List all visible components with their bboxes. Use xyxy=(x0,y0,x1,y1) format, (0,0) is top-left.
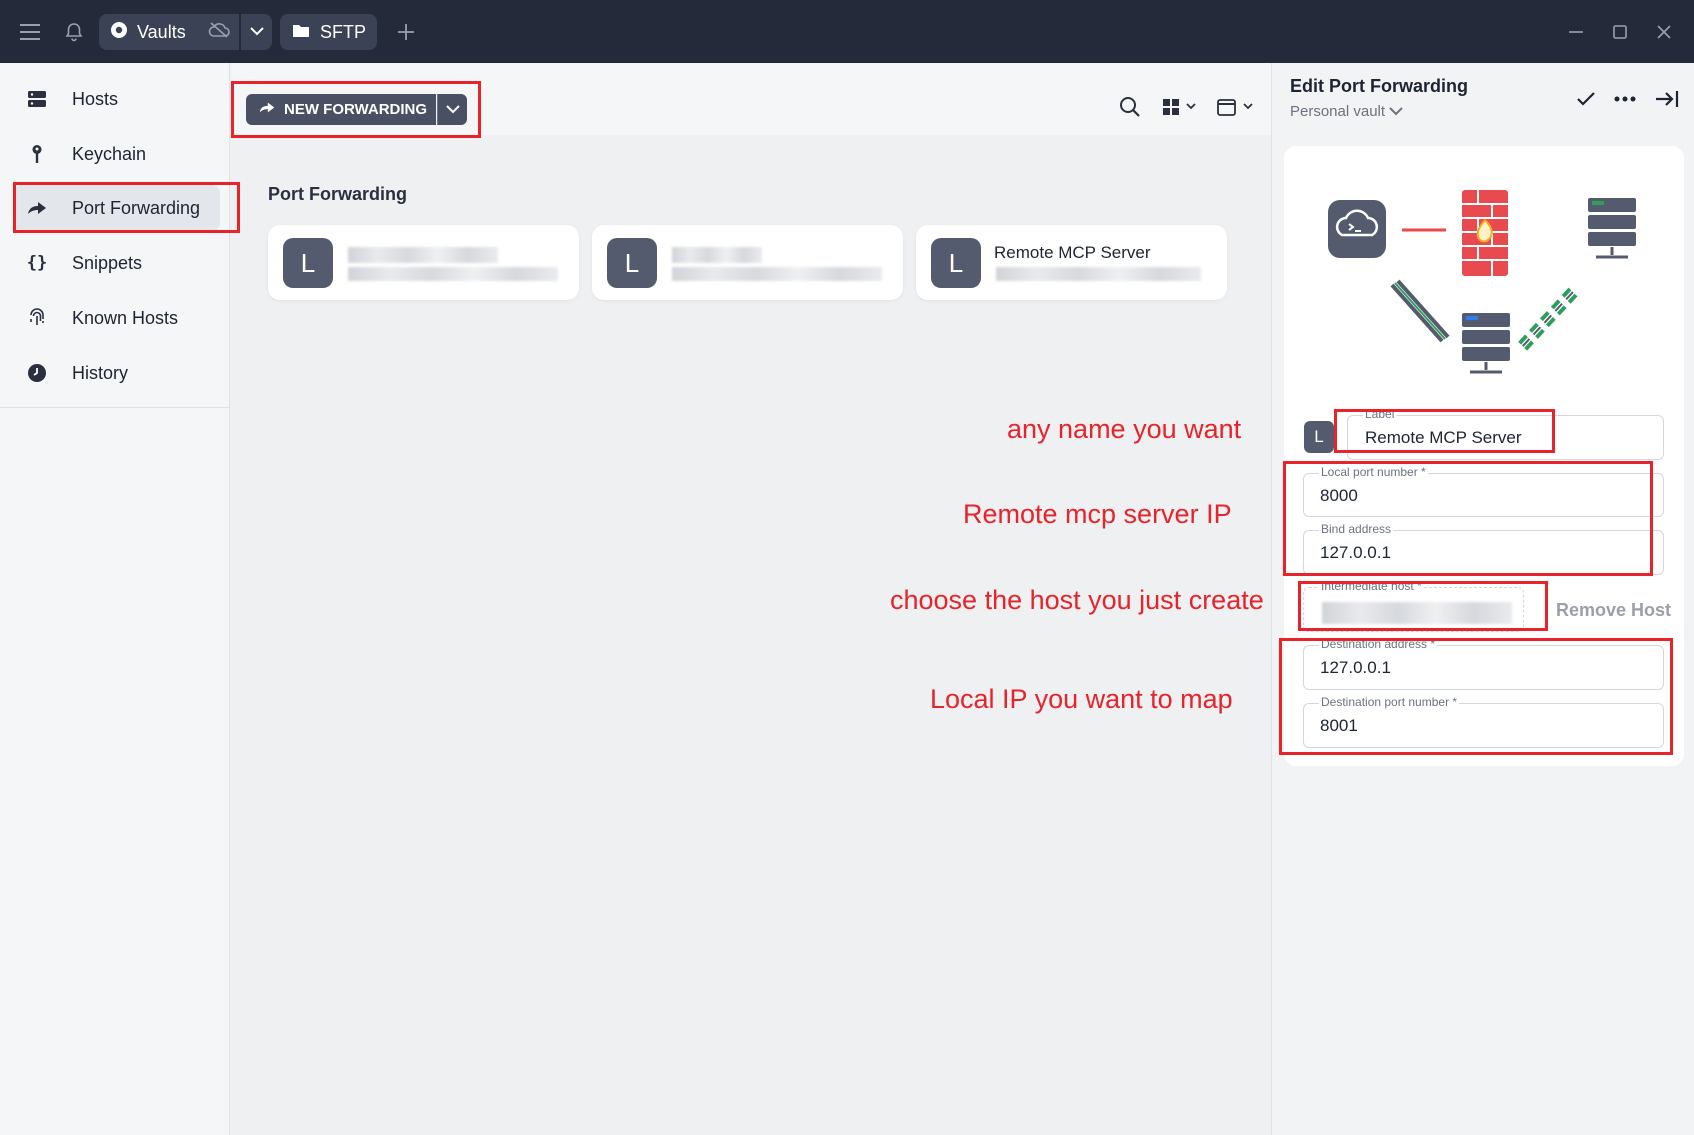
annotation-host: choose the host you just create xyxy=(890,585,1264,615)
highlight-box-new-forwarding xyxy=(231,81,481,138)
forwarding-card[interactable]: L xyxy=(268,225,579,300)
plus-icon[interactable] xyxy=(392,18,420,46)
forwarding-card[interactable]: L xyxy=(592,225,903,300)
hosts-icon xyxy=(20,89,54,109)
annotation-local: Local IP you want to map xyxy=(930,684,1233,714)
card-title: Remote MCP Server xyxy=(994,243,1151,262)
annotation-remote: Remote mcp server IP xyxy=(963,499,1232,529)
sidebar-item-label: Snippets xyxy=(72,252,143,273)
card-avatar: L xyxy=(283,238,333,288)
sftp-label: SFTP xyxy=(320,21,367,42)
maximize-icon[interactable] xyxy=(1606,18,1634,46)
check-icon[interactable] xyxy=(1572,86,1600,112)
chevron-down-icon xyxy=(1389,103,1403,120)
key-icon xyxy=(20,144,54,164)
sidebar-item-label: Known Hosts xyxy=(72,307,179,328)
cloud-off-icon xyxy=(208,21,230,43)
highlight-box-destination xyxy=(1279,638,1673,755)
sidebar-item-history[interactable]: History xyxy=(14,350,236,396)
vaults-tab[interactable]: Vaults xyxy=(99,14,239,50)
more-options-icon[interactable] xyxy=(1610,86,1640,112)
section-title: Port Forwarding xyxy=(268,184,407,204)
redacted-subtitle xyxy=(996,267,1201,281)
grid-view-icon[interactable] xyxy=(1160,92,1202,122)
braces-icon: {} xyxy=(26,253,48,273)
highlight-box-label xyxy=(1334,409,1555,453)
sidebar-item-known-hosts[interactable]: Known Hosts xyxy=(14,295,236,341)
sidebar-item-snippets[interactable]: {} Snippets xyxy=(14,240,236,286)
local-terminal-icon xyxy=(1328,200,1386,258)
forwarding-card[interactable]: L Remote MCP Server xyxy=(916,225,1227,300)
sidebar-item-label: History xyxy=(72,362,129,383)
vaults-dropdown-button[interactable] xyxy=(241,14,272,50)
highlight-box-host xyxy=(1298,581,1548,631)
redacted-subtitle xyxy=(672,267,882,281)
forwarding-diagram xyxy=(1328,190,1636,374)
minimize-icon[interactable] xyxy=(1562,18,1590,46)
collapse-panel-icon[interactable] xyxy=(1652,86,1682,112)
chevron-down-icon xyxy=(249,23,264,41)
highlight-box-local xyxy=(1283,461,1653,576)
remote-server-icon xyxy=(1588,198,1636,259)
close-icon[interactable] xyxy=(1650,18,1678,46)
sidebar-divider xyxy=(0,407,230,408)
redacted-title xyxy=(348,247,498,263)
folder-icon xyxy=(292,22,310,43)
highlight-box-sidebar xyxy=(13,182,240,233)
annotation-label: any name you want xyxy=(1007,414,1242,444)
search-icon[interactable] xyxy=(1115,92,1145,122)
menu-icon[interactable] xyxy=(16,18,44,46)
vault-label: Personal vault xyxy=(1290,103,1386,120)
firewall-icon xyxy=(1462,190,1508,276)
vault-selector[interactable]: Personal vault xyxy=(1290,103,1403,120)
sidebar-item-keychain[interactable]: Keychain xyxy=(14,131,236,177)
sftp-tab[interactable]: SFTP xyxy=(280,14,377,50)
sidebar-item-hosts[interactable]: Hosts xyxy=(14,76,236,122)
clock-icon xyxy=(20,363,54,383)
sidebar-item-label: Keychain xyxy=(72,143,147,164)
card-avatar: L xyxy=(931,238,981,288)
card-avatar: L xyxy=(607,238,657,288)
panel-title: Edit Port Forwarding xyxy=(1290,76,1468,96)
vault-icon xyxy=(109,20,129,45)
bell-icon[interactable] xyxy=(60,18,88,46)
sidebar-item-label: Hosts xyxy=(72,88,119,109)
redacted-subtitle xyxy=(348,267,558,281)
intermediate-server-icon xyxy=(1462,313,1510,374)
remove-host-button[interactable]: Remove Host xyxy=(1556,600,1671,621)
fingerprint-icon xyxy=(20,308,54,328)
label-avatar: L xyxy=(1304,421,1334,453)
calendar-sort-icon[interactable] xyxy=(1215,92,1259,122)
redacted-title xyxy=(672,247,762,263)
vaults-label: Vaults xyxy=(137,21,186,42)
